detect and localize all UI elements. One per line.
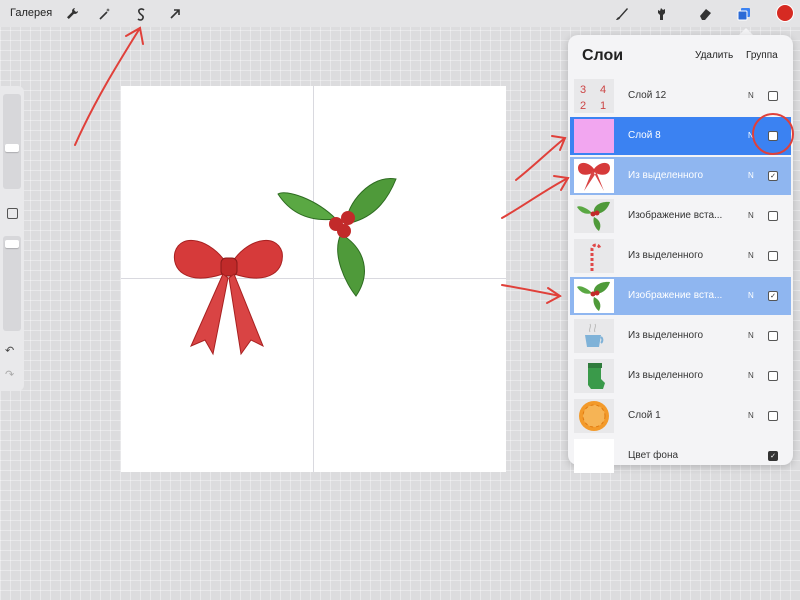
visibility-checkbox[interactable] bbox=[768, 331, 778, 341]
svg-text:2: 2 bbox=[580, 100, 586, 112]
layer-thumbnail bbox=[574, 159, 614, 193]
blend-mode-button[interactable]: N bbox=[748, 171, 754, 180]
layer-row[interactable]: 3 4 2 1 Слой 12 N bbox=[570, 77, 791, 115]
layer-name: Изображение вста... bbox=[628, 210, 723, 221]
layer-thumbnail bbox=[574, 359, 614, 393]
visibility-checkbox[interactable] bbox=[768, 211, 778, 221]
annotation-arrowhead-bow bbox=[553, 175, 570, 191]
layers-panel: Слои Удалить Группа 3 4 2 1 Слой 12 N Слой 8NИ… bbox=[568, 35, 793, 473]
layer-row[interactable]: Из выделенного N bbox=[570, 357, 791, 395]
layer-thumbnail: 3 4 2 1 bbox=[574, 79, 614, 113]
blend-mode-button[interactable]: N bbox=[748, 211, 754, 220]
modify-square-icon[interactable] bbox=[7, 208, 18, 219]
drawing-canvas[interactable] bbox=[121, 86, 506, 472]
visibility-checkbox[interactable]: ✓ bbox=[768, 171, 778, 181]
layer-row[interactable]: Из выделенного N ✓ bbox=[570, 157, 791, 195]
background-color-layer[interactable]: Цвет фона ✓ bbox=[570, 437, 791, 475]
layer-thumbnail bbox=[574, 279, 614, 313]
layer-row[interactable]: Слой 1 N bbox=[570, 397, 791, 435]
group-button[interactable]: Группа bbox=[746, 50, 778, 61]
visibility-checkbox[interactable] bbox=[768, 251, 778, 261]
blend-mode-button[interactable]: N bbox=[748, 91, 754, 100]
blend-mode-button[interactable]: N bbox=[748, 331, 754, 340]
top-toolbar: Галерея bbox=[0, 0, 800, 27]
annotation-arrow-bow bbox=[501, 177, 569, 219]
layer-name: Из выделенного bbox=[628, 330, 704, 341]
annotation-arrowhead-layer8 bbox=[551, 135, 567, 151]
layer-thumbnail bbox=[574, 319, 614, 353]
annotation-arrowhead-holly bbox=[546, 287, 562, 304]
layer-name: Из выделенного bbox=[628, 370, 704, 381]
visibility-checkbox[interactable] bbox=[768, 411, 778, 421]
svg-text:4: 4 bbox=[600, 84, 606, 96]
annotation-arrowhead-toolbar bbox=[125, 26, 144, 45]
layer-name: Изображение вста... bbox=[628, 290, 723, 301]
smudge-icon[interactable] bbox=[652, 4, 672, 24]
opacity-slider[interactable] bbox=[3, 236, 21, 331]
selection-s-icon[interactable] bbox=[131, 4, 151, 24]
holly-illustration bbox=[277, 178, 397, 297]
brush-size-knob[interactable] bbox=[5, 144, 19, 152]
opacity-knob[interactable] bbox=[5, 240, 19, 248]
layer-name: Слой 8 bbox=[628, 130, 661, 141]
layer-row[interactable]: Изображение вста... N bbox=[570, 197, 791, 235]
annotation-arrow-holly bbox=[501, 284, 561, 297]
gallery-button[interactable]: Галерея bbox=[10, 7, 52, 19]
blend-mode-button[interactable]: N bbox=[748, 291, 754, 300]
wrench-icon[interactable] bbox=[62, 4, 82, 24]
annotation-arrow-layer8 bbox=[515, 137, 566, 181]
layer-thumbnail bbox=[574, 199, 614, 233]
svg-text:3: 3 bbox=[580, 84, 586, 96]
red-bow-illustration bbox=[173, 239, 283, 356]
layer-thumbnail bbox=[574, 119, 614, 153]
layer-row[interactable]: Из выделенного N bbox=[570, 317, 791, 355]
undo-icon[interactable]: ↶ bbox=[5, 344, 14, 357]
layer-row[interactable]: Изображение вста... N ✓ bbox=[570, 277, 791, 315]
layer-name: Слой 1 bbox=[628, 410, 661, 421]
blend-mode-button[interactable]: N bbox=[748, 411, 754, 420]
layer-name: Слой 12 bbox=[628, 90, 667, 101]
layer-name: Цвет фона bbox=[628, 450, 679, 461]
brush-size-slider[interactable] bbox=[3, 94, 21, 189]
layer-thumbnail bbox=[574, 399, 614, 433]
visibility-checkbox[interactable]: ✓ bbox=[768, 291, 778, 301]
layer-thumbnail bbox=[574, 239, 614, 273]
magic-wand-icon[interactable] bbox=[95, 4, 115, 24]
layers-panel-title: Слои bbox=[582, 47, 624, 64]
layer-name: Из выделенного bbox=[628, 170, 704, 181]
svg-text:1: 1 bbox=[600, 100, 606, 112]
arrow-cursor-icon[interactable] bbox=[165, 4, 185, 24]
blend-mode-button[interactable]: N bbox=[748, 371, 754, 380]
blend-mode-button[interactable]: N bbox=[748, 131, 754, 140]
blend-mode-button[interactable]: N bbox=[748, 251, 754, 260]
color-picker-button[interactable] bbox=[776, 4, 794, 22]
layers-icon[interactable] bbox=[734, 4, 754, 24]
visibility-checkbox[interactable] bbox=[768, 371, 778, 381]
layer-thumbnail bbox=[574, 439, 614, 473]
redo-icon[interactable]: ↷ bbox=[5, 368, 14, 381]
layer-row[interactable]: Слой 8 N bbox=[570, 117, 791, 155]
visibility-checkbox[interactable] bbox=[768, 131, 778, 141]
layer-row[interactable]: Из выделенного N bbox=[570, 237, 791, 275]
layer-name: Из выделенного bbox=[628, 250, 704, 261]
eraser-icon[interactable] bbox=[695, 4, 715, 24]
visibility-checkbox[interactable]: ✓ bbox=[768, 451, 778, 461]
visibility-checkbox[interactable] bbox=[768, 91, 778, 101]
brush-icon[interactable] bbox=[612, 4, 632, 24]
delete-button[interactable]: Удалить bbox=[695, 50, 733, 61]
left-sidebar: ↶ ↷ bbox=[0, 86, 24, 391]
